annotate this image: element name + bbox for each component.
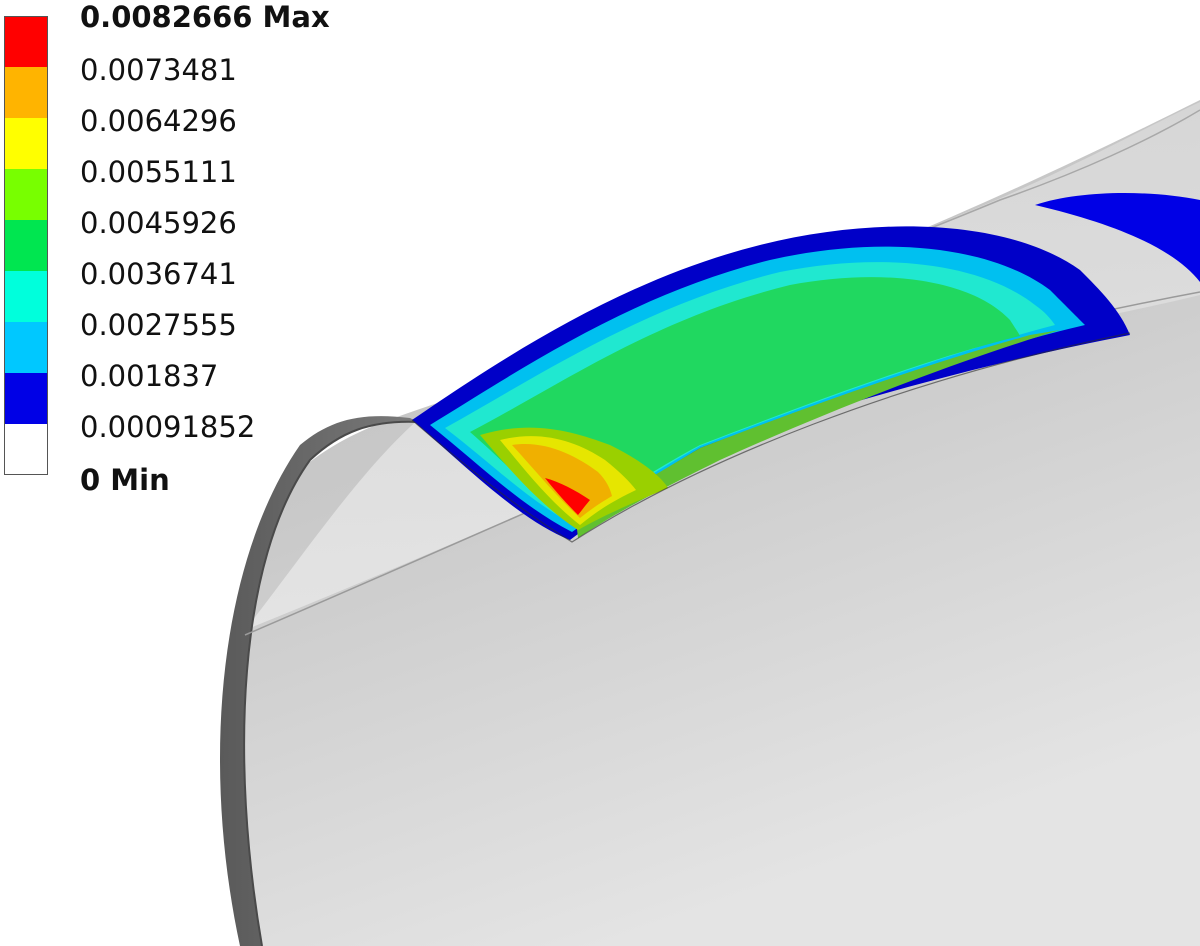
legend-label-2: 0.0064296 (80, 104, 237, 138)
legend-swatch-1 (4, 16, 48, 67)
contour-legend: 0.0082666 Max 0.0073481 0.0064296 0.0055… (0, 0, 360, 500)
legend-max-label: 0.0082666 Max (80, 0, 330, 34)
legend-label-7: 0.001837 (80, 359, 219, 393)
legend-label-3: 0.0055111 (80, 155, 237, 189)
legend-label-4: 0.0045926 (80, 206, 237, 240)
legend-label-6: 0.0027555 (80, 308, 237, 342)
legend-swatch-2 (4, 67, 48, 118)
legend-swatch-7 (4, 322, 48, 373)
legend-swatch-6 (4, 271, 48, 322)
legend-swatch-5 (4, 220, 48, 271)
legend-label-8: 0.00091852 (80, 410, 256, 444)
legend-min-label: 0 Min (80, 463, 170, 497)
legend-swatch-3 (4, 118, 48, 169)
legend-swatch-4 (4, 169, 48, 220)
legend-swatch-8 (4, 373, 48, 424)
legend-swatch-9 (4, 424, 48, 475)
legend-label-5: 0.0036741 (80, 257, 237, 291)
legend-label-1: 0.0073481 (80, 53, 237, 87)
